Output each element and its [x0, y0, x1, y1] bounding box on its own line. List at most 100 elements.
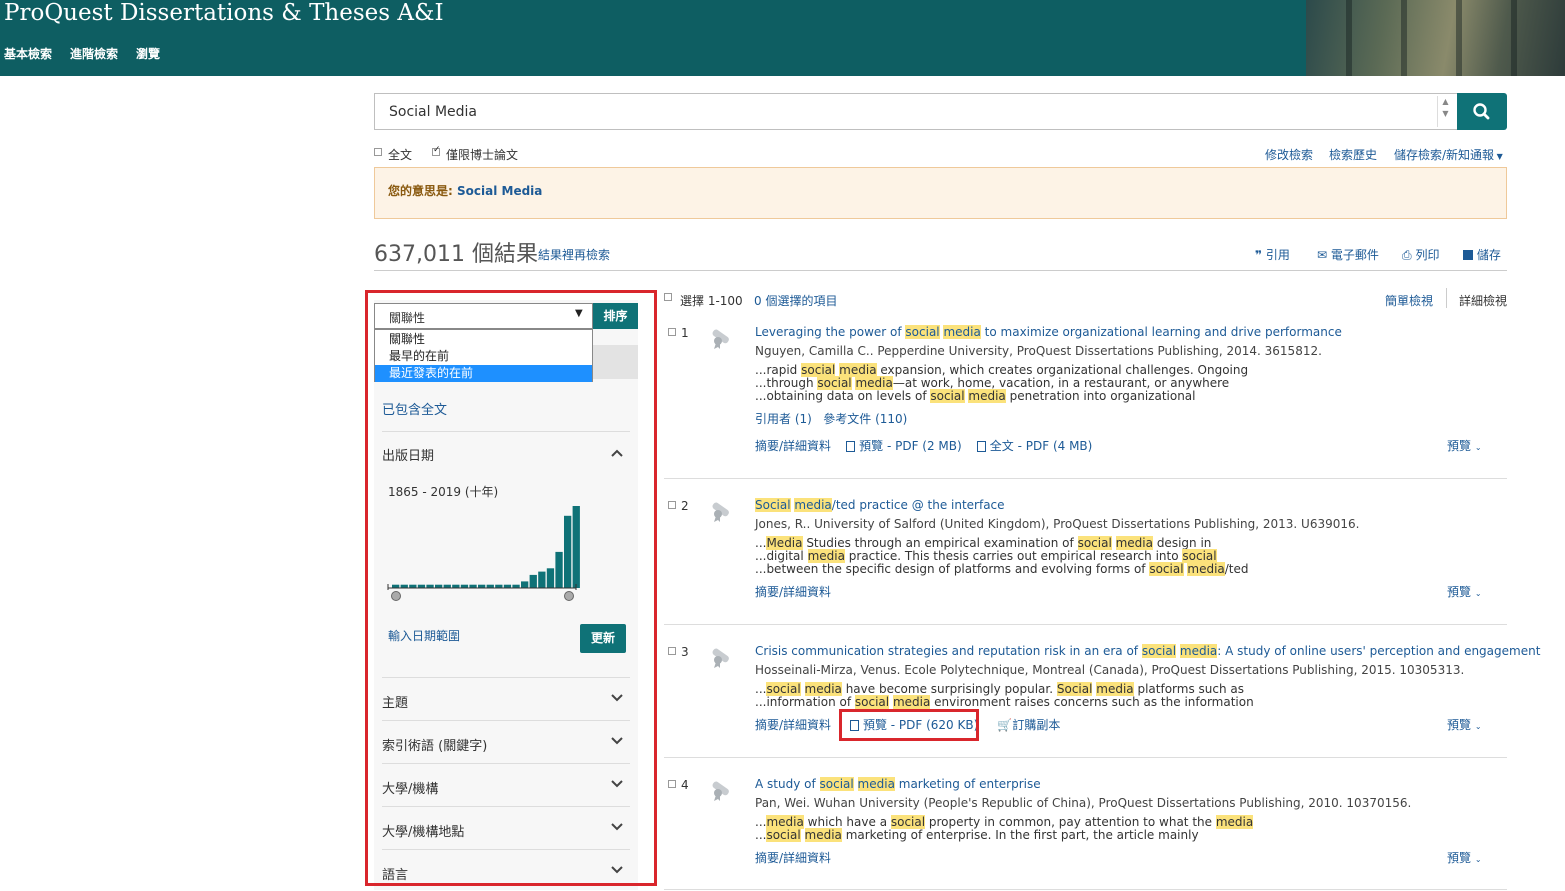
result-meta: Hosseinali-Mirza, Venus. Ecole Polytechn…: [755, 663, 1465, 677]
email-action[interactable]: ✉ 電子郵件: [1317, 246, 1379, 263]
fulltext-label: 全文: [388, 148, 413, 162]
nav-advanced-search[interactable]: 進階檢索: [70, 45, 118, 62]
result-snippet: ...information of social media environme…: [755, 695, 1254, 709]
cart-icon: 🛒: [997, 718, 1013, 732]
chevron-down-icon: ⌄: [1474, 589, 1482, 598]
result-title-link[interactable]: A study of social media marketing of ent…: [755, 777, 1041, 791]
did-you-mean-label: 您的意思是:: [388, 184, 453, 198]
preview-toggle-label: 預覽: [1447, 439, 1472, 453]
result-title-link[interactable]: Leveraging the power of social media to …: [755, 325, 1342, 339]
chevron-down-icon: ⌄: [1474, 855, 1482, 864]
refine-search-link[interactable]: 結果裡再檢索: [538, 246, 610, 263]
result-number: 2: [681, 499, 689, 513]
abstract-details-link[interactable]: 摘要/詳細資料: [755, 718, 831, 732]
result-snippet: ...obtaining data on levels of social me…: [755, 389, 1196, 403]
fulltext-checkbox[interactable]: [374, 148, 386, 160]
nav-basic-search[interactable]: 基本檢索: [4, 45, 52, 62]
result-divider: [664, 889, 1507, 890]
annotation-red-box-pdf: [839, 709, 979, 741]
fulltext-pdf-link[interactable]: 全文 - PDF (4 MB): [990, 439, 1093, 453]
preview-toggle-label: 預覽: [1447, 718, 1472, 732]
search-button[interactable]: [1457, 93, 1507, 130]
caret-down-icon: ▼: [1494, 152, 1503, 161]
nav-browse[interactable]: 瀏覽: [136, 45, 160, 62]
preview-toggle[interactable]: 預覽 ⌄: [1447, 849, 1482, 866]
diploma-icon: [712, 502, 729, 522]
abstract-details-link[interactable]: 摘要/詳細資料: [755, 851, 831, 865]
print-action[interactable]: ⎙ 列印: [1402, 246, 1439, 263]
chevron-down-icon: ⌄: [1474, 443, 1482, 452]
print-label: 列印: [1415, 248, 1440, 262]
email-label: 電子郵件: [1330, 248, 1379, 262]
search-resize-handle[interactable]: ▲ ▼: [1437, 96, 1453, 127]
result-snippet: ...social media marketing of enterprise.…: [755, 828, 1199, 842]
preview-toggle-label: 預覽: [1447, 851, 1472, 865]
save-search-label: 儲存檢索/新知通報: [1394, 148, 1495, 162]
result-number: 4: [681, 778, 689, 792]
view-divider: [1446, 288, 1447, 308]
app-title[interactable]: ProQuest Dissertations & Theses A&I: [4, 0, 444, 26]
save-label: 儲存: [1476, 248, 1501, 262]
pdf-icon: [976, 441, 986, 452]
abstract-details-link[interactable]: 摘要/詳細資料: [755, 585, 831, 599]
modify-search-link[interactable]: 修改檢索: [1265, 146, 1313, 163]
references-link[interactable]: 參考文件 (110): [823, 412, 907, 426]
annotation-red-box-sidebar: [365, 290, 657, 886]
brief-view-link[interactable]: 簡單檢視: [1385, 292, 1433, 309]
result-checkbox[interactable]: [668, 328, 676, 336]
doctoral-only-checkbox[interactable]: [432, 145, 444, 160]
preview-pdf-link[interactable]: 預覽 - PDF (2 MB): [859, 439, 962, 453]
result-title-link[interactable]: Social media/ted practice @ the interfac…: [755, 498, 1005, 512]
diploma-icon: [712, 329, 729, 349]
cite-action[interactable]: ❞ 引用: [1255, 246, 1290, 263]
result-meta: Jones, R.. University of Salford (United…: [755, 517, 1360, 531]
search-icon: [1473, 103, 1490, 120]
search-query-text[interactable]: Social Media: [389, 104, 477, 120]
result-meta: Pan, Wei. Wuhan University (People's Rep…: [755, 796, 1412, 810]
cited-by-link[interactable]: 引用者 (1): [755, 412, 812, 426]
result-meta: Nguyen, Camilla C.. Pepperdine Universit…: [755, 344, 1322, 358]
selected-items-link[interactable]: 0 個選擇的項目: [754, 292, 837, 309]
result-divider: [664, 757, 1507, 758]
quote-icon: ❞: [1255, 248, 1263, 262]
diploma-icon: [712, 648, 729, 668]
preview-toggle-label: 預覽: [1447, 585, 1472, 599]
result-action-links: 摘要/詳細資料: [755, 583, 831, 600]
result-title-link[interactable]: Crisis communication strategies and repu…: [755, 644, 1540, 658]
diploma-icon: [712, 781, 729, 801]
result-citation-links: 引用者 (1) 參考文件 (110): [755, 410, 907, 427]
save-search-link[interactable]: 儲存檢索/新知通報 ▼: [1394, 146, 1503, 163]
order-copy-link[interactable]: 訂購副本: [1012, 718, 1060, 732]
divider: [374, 270, 1507, 271]
preview-toggle[interactable]: 預覽 ⌄: [1447, 583, 1482, 600]
search-input[interactable]: Social Media ▲ ▼: [374, 93, 1458, 130]
search-history-link[interactable]: 檢索歷史: [1329, 146, 1377, 163]
pdf-icon: [846, 441, 856, 452]
result-number: 3: [681, 645, 689, 659]
header-library-photo: [1306, 0, 1565, 76]
preview-toggle[interactable]: 預覽 ⌄: [1447, 437, 1482, 454]
save-action[interactable]: 儲存: [1463, 246, 1501, 263]
did-you-mean-suggestion[interactable]: Social Media: [457, 184, 542, 198]
result-snippet: ...between the specific design of platfo…: [755, 562, 1249, 576]
result-count: 637,011 個結果: [374, 242, 538, 267]
result-divider: [664, 624, 1507, 625]
preview-toggle[interactable]: 預覽 ⌄: [1447, 716, 1482, 733]
select-range-label: 選擇 1-100: [680, 294, 743, 308]
floppy-icon: [1463, 250, 1473, 260]
result-divider: [664, 478, 1507, 479]
did-you-mean-box: 您的意思是: Social Media: [374, 167, 1507, 219]
printer-icon: ⎙: [1402, 248, 1412, 262]
cite-label: 引用: [1265, 248, 1290, 262]
envelope-icon: ✉: [1317, 248, 1328, 262]
doctoral-only-label: 僅限博士論文: [446, 148, 519, 162]
result-number: 1: [681, 326, 689, 340]
result-action-links: 摘要/詳細資料 預覽 - PDF (2 MB) 全文 - PDF (4 MB): [755, 437, 1092, 454]
result-checkbox[interactable]: [668, 780, 676, 788]
result-checkbox[interactable]: [668, 501, 676, 509]
select-all-checkbox[interactable]: [664, 293, 672, 301]
detailed-view-link[interactable]: 詳細檢視: [1459, 292, 1507, 309]
chevron-down-icon: ⌄: [1474, 722, 1482, 731]
abstract-details-link[interactable]: 摘要/詳細資料: [755, 439, 831, 453]
result-checkbox[interactable]: [668, 647, 676, 655]
